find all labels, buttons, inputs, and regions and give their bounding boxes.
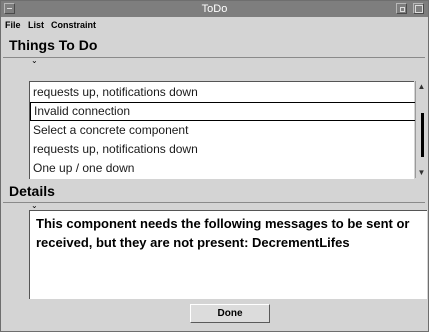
list-item-selected[interactable]: Invalid connection bbox=[30, 102, 416, 121]
details-text: This component needs the following messa… bbox=[36, 216, 410, 250]
title-bar[interactable]: ToDo bbox=[1, 1, 428, 17]
list-item[interactable]: Select a concrete component bbox=[30, 121, 416, 140]
minimize-icon[interactable] bbox=[396, 3, 407, 14]
caret-down-icon[interactable]: ⌄ bbox=[31, 57, 38, 65]
menu-file[interactable]: File bbox=[5, 20, 21, 31]
window-title: ToDo bbox=[201, 3, 228, 15]
todo-divider bbox=[3, 57, 425, 58]
todo-list: requests up, notifications down Invalid … bbox=[29, 81, 416, 179]
list-item[interactable]: requests up, notifications down bbox=[30, 83, 416, 102]
arrow-up-icon[interactable]: ▲ bbox=[416, 81, 427, 92]
menu-list[interactable]: List bbox=[28, 20, 44, 31]
list-scrollbar[interactable]: ▲ ▼ bbox=[415, 81, 427, 178]
maximize-icon[interactable] bbox=[413, 3, 424, 14]
arrow-down-icon[interactable]: ▼ bbox=[416, 167, 427, 178]
list-item[interactable]: requests up, notifications down bbox=[30, 140, 416, 159]
button-bar: Done bbox=[1, 299, 428, 331]
todo-pane-title: Things To Do bbox=[9, 37, 98, 53]
details-divider bbox=[3, 202, 425, 203]
details-box: This component needs the following messa… bbox=[29, 210, 427, 299]
done-button[interactable]: Done bbox=[190, 304, 270, 323]
caret-down-icon[interactable]: ⌄ bbox=[31, 202, 38, 210]
todo-window: ToDo File List Constraint Things To Do ⌄… bbox=[0, 0, 429, 332]
scrollbar-thumb[interactable] bbox=[421, 113, 424, 157]
menu-bar: File List Constraint bbox=[1, 17, 428, 34]
menu-constraint[interactable]: Constraint bbox=[51, 20, 96, 31]
list-item[interactable]: One up / one down bbox=[30, 159, 416, 178]
details-pane-title: Details bbox=[9, 183, 55, 199]
